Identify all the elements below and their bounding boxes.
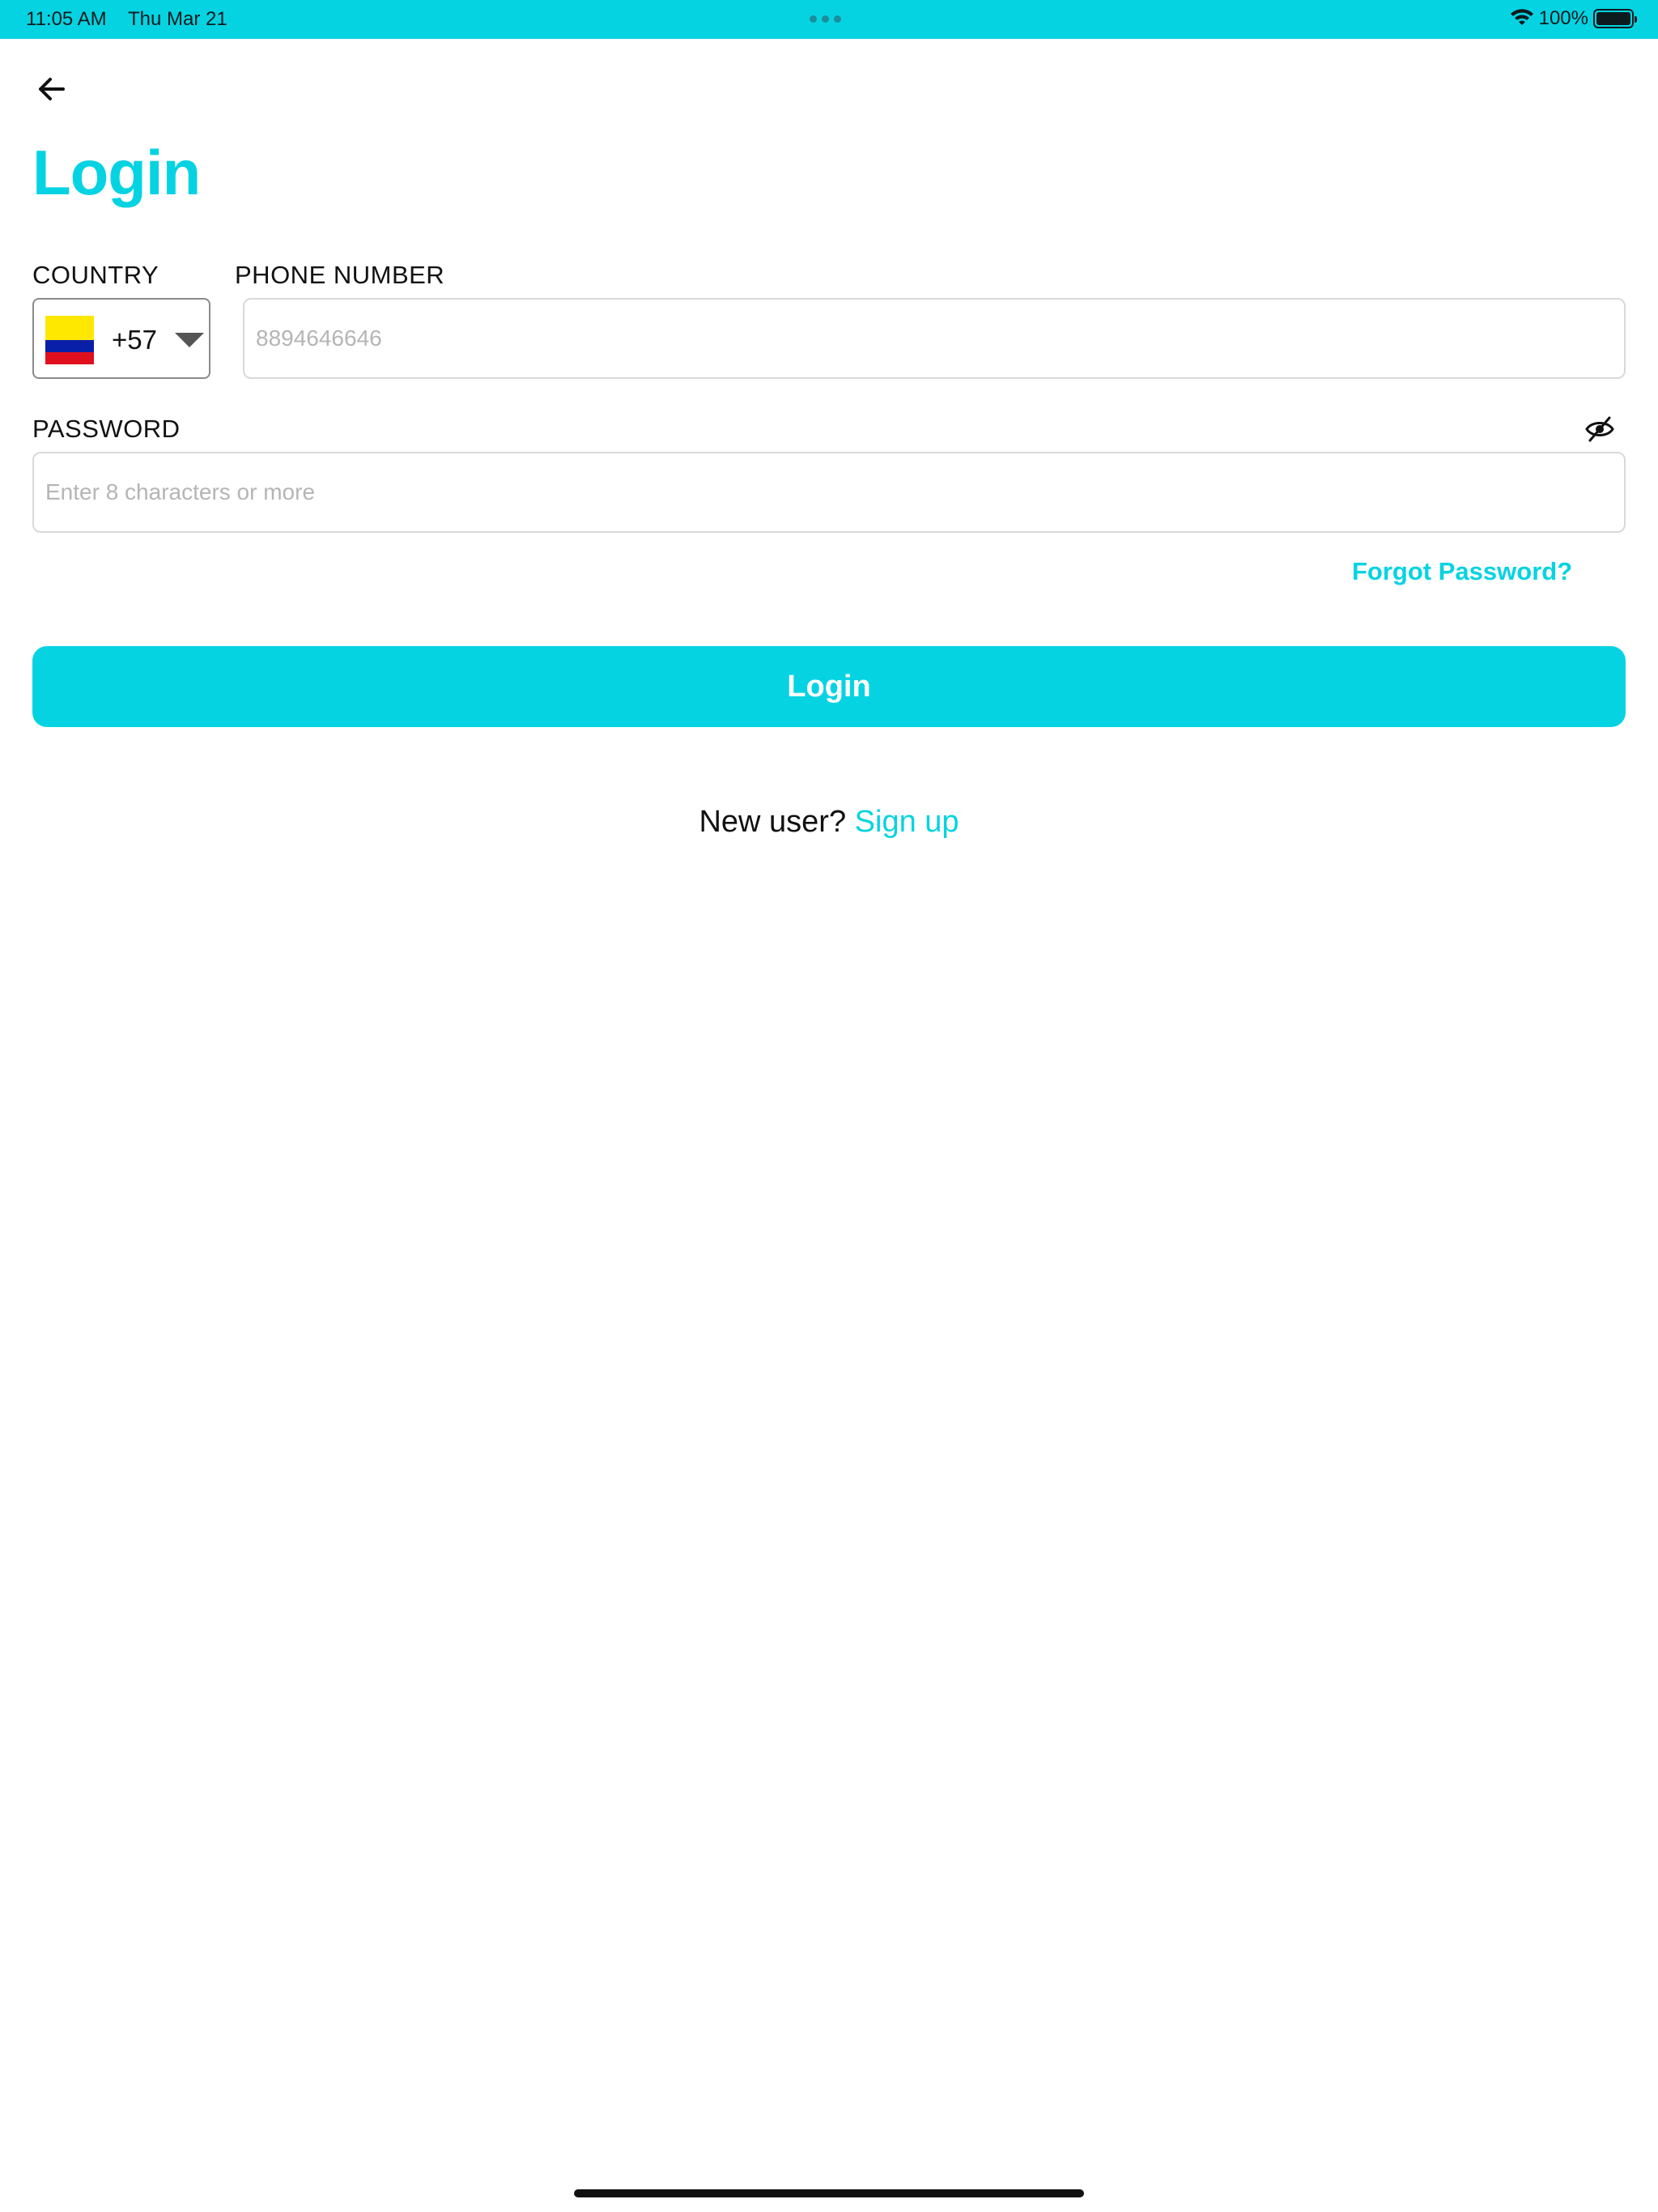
colombia-flag-icon bbox=[45, 316, 94, 364]
status-bar: 11:05 AM Thu Mar 21 100% bbox=[0, 0, 1658, 39]
country-label: COUNTRY bbox=[32, 261, 159, 289]
status-time: 11:05 AM bbox=[26, 8, 107, 30]
country-code-select[interactable]: +57 bbox=[32, 298, 210, 379]
phone-label: PHONE NUMBER bbox=[235, 261, 445, 289]
caret-down-icon bbox=[175, 333, 204, 347]
wifi-icon bbox=[1510, 9, 1533, 25]
back-button[interactable] bbox=[32, 70, 71, 108]
battery-percent: 100% bbox=[1538, 7, 1588, 29]
forgot-password-link[interactable]: Forgot Password? bbox=[1352, 557, 1572, 586]
status-indicators: 100% bbox=[1510, 7, 1637, 30]
signup-prompt: New user? Sign up bbox=[0, 805, 1658, 840]
home-indicator[interactable] bbox=[574, 2189, 1084, 2197]
password-label: PASSWORD bbox=[32, 415, 181, 443]
status-date: Thu Mar 21 bbox=[128, 8, 227, 30]
signup-link[interactable]: Sign up bbox=[855, 805, 959, 839]
page-title: Login bbox=[32, 137, 201, 208]
password-input[interactable] bbox=[32, 452, 1626, 533]
country-dial-code: +57 bbox=[112, 325, 157, 355]
multitasking-dots-icon[interactable] bbox=[810, 15, 841, 23]
login-button[interactable]: Login bbox=[32, 646, 1626, 727]
phone-number-input[interactable] bbox=[243, 298, 1626, 379]
new-user-text: New user? bbox=[699, 805, 847, 839]
arrow-left-icon bbox=[39, 78, 65, 100]
battery-icon bbox=[1593, 9, 1637, 28]
password-visibility-toggle[interactable] bbox=[1584, 413, 1616, 445]
eye-slash-icon bbox=[1585, 416, 1614, 442]
